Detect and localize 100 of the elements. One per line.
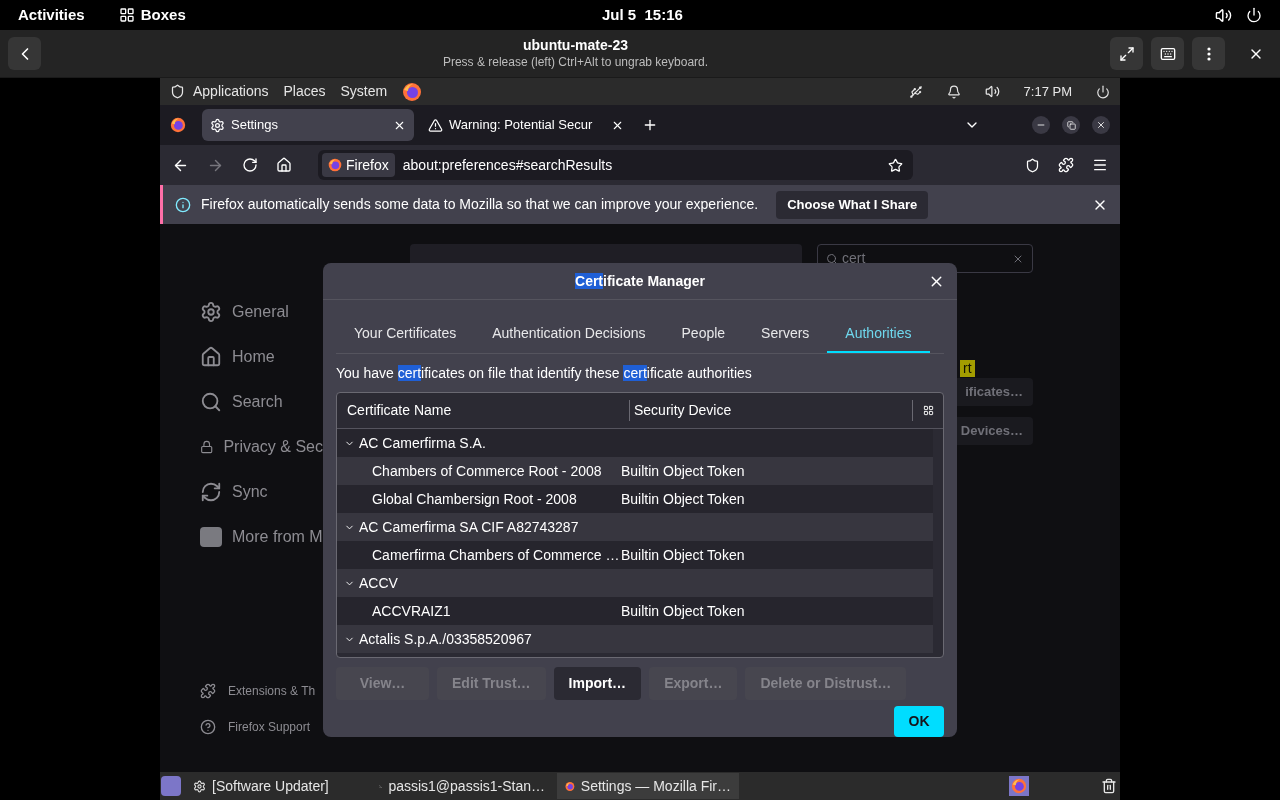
volume-icon[interactable] xyxy=(984,84,1000,99)
sidebar-link[interactable]: Firefox Support xyxy=(200,718,323,736)
sidebar-item[interactable]: Sync xyxy=(200,480,323,503)
panel-clock[interactable]: 7:17 PM xyxy=(1023,81,1072,102)
sidebar-item[interactable]: Search xyxy=(200,390,323,413)
activities-button[interactable]: Activities xyxy=(18,3,85,27)
app-menu-label[interactable]: Boxes xyxy=(140,3,186,27)
expand-icon xyxy=(1118,45,1135,62)
panel-menu[interactable]: Applications xyxy=(193,81,269,102)
close-icon xyxy=(1096,120,1106,130)
group-name: AC Camerfirma SA CIF A82743287 xyxy=(359,517,579,537)
home-icon[interactable] xyxy=(276,157,292,173)
sidebar-link[interactable]: Extensions & Th xyxy=(200,682,323,700)
sidebar-item[interactable]: Home xyxy=(200,345,323,368)
menu-icon[interactable] xyxy=(1092,157,1108,173)
search-icon xyxy=(826,252,838,265)
certificate-name: ACCVRAIZ1 xyxy=(371,601,452,621)
tree-row[interactable]: Chambers of Commerce Root - 2008 Builtin Object Token xyxy=(337,457,933,485)
power-icon[interactable] xyxy=(1096,84,1110,99)
window-subtitle: Press & release (left) Ctrl+Alt to ungrab keyboard. xyxy=(442,54,709,70)
security-device: Builtin Object Token xyxy=(621,461,745,481)
dialog-tab[interactable]: Authentication Decisions xyxy=(474,316,664,353)
dialog-tab[interactable]: Servers xyxy=(743,316,828,353)
power-icon[interactable] xyxy=(1246,7,1262,23)
gear-icon xyxy=(210,117,225,133)
firefox-menu-icon xyxy=(170,117,186,133)
browser-tab[interactable]: Warning: Potential Secur xyxy=(420,109,632,141)
tree-row[interactable]: ACCVRAIZ1 Builtin Object Token xyxy=(337,597,933,625)
show-desktop-icon[interactable] xyxy=(161,776,181,796)
tab-label: Settings xyxy=(231,116,279,135)
clock[interactable]: Jul 5 15:16 xyxy=(602,3,683,27)
address-bar[interactable]: Firefox about:preferences#searchResults xyxy=(318,150,913,180)
dialog-tab[interactable]: Your Certificates xyxy=(336,316,475,353)
group-name: AC Camerfirma S.A. xyxy=(359,433,486,453)
tree-row[interactable]: Camerfirma Chambers of Commerce …Builtin Object Token xyxy=(337,541,933,569)
security-device: Builtin Object Token xyxy=(621,601,745,621)
tree-row[interactable]: AC Camerfirma S.A. xyxy=(337,429,933,457)
keyboard-button[interactable] xyxy=(1151,37,1184,70)
dialog-tab[interactable]: People xyxy=(663,316,744,353)
choose-share-button[interactable]: Choose What I Share xyxy=(776,190,929,219)
firefox-launcher-icon xyxy=(402,81,423,102)
certificate-name: Global Chambersign Root - 2008 xyxy=(371,489,578,509)
security-device: Builtin Object Token xyxy=(621,545,745,565)
taskbar-label: passis1@passis1-Stan… xyxy=(388,776,545,796)
ok-button[interactable]: OK xyxy=(894,706,944,737)
search-highlight: rt xyxy=(960,360,975,377)
identity-label: Firefox xyxy=(346,155,389,175)
tree-row[interactable]: AC Camerfirma SA CIF A82743287 xyxy=(337,513,933,541)
browser-tab[interactable]: Settings xyxy=(202,109,414,141)
minimize-button[interactable] xyxy=(1032,116,1050,134)
dialog-tab[interactable]: Authorities xyxy=(827,316,930,353)
taskbar-item[interactable]: passis1@passis1-Stan… xyxy=(371,773,553,799)
back-button[interactable] xyxy=(8,37,41,70)
column-header[interactable]: Certificate Name xyxy=(337,400,630,421)
menu-button[interactable] xyxy=(1192,37,1225,70)
sidebar-item[interactable]: Privacy & Sec xyxy=(200,435,323,458)
taskbar-label: [Software Updater] xyxy=(212,776,329,796)
close-window-button[interactable] xyxy=(1092,116,1110,134)
url-text: about:preferences#searchResults xyxy=(402,155,614,175)
column-header[interactable]: Security Device xyxy=(630,400,913,421)
home-icon xyxy=(200,345,222,368)
trash-icon[interactable] xyxy=(1101,778,1117,794)
group-name: Actalis S.p.A./03358520967 xyxy=(359,629,532,649)
boxes-app-icon xyxy=(118,7,135,23)
distro-logo-icon[interactable] xyxy=(170,84,185,99)
tree-row[interactable]: Global Chambersign Root - 2008 Builtin Object Token xyxy=(337,485,933,513)
dialog-button[interactable]: Import… xyxy=(553,666,642,700)
taskbar-item[interactable]: [Software Updater] xyxy=(185,773,367,799)
certificate-name: Chambers of Commerce Root - 2008 xyxy=(371,461,603,481)
certificate-name: Camerfirma Chambers of Commerce … xyxy=(371,545,621,565)
bookmark-star-icon[interactable] xyxy=(888,157,903,173)
sidebar-item[interactable]: General xyxy=(200,300,323,323)
volume-icon[interactable] xyxy=(1215,6,1232,24)
workspace-firefox-icon xyxy=(1011,778,1027,794)
tree-row[interactable]: ACCV xyxy=(337,569,933,597)
extensions-icon[interactable] xyxy=(1058,157,1074,173)
new-tab-icon[interactable] xyxy=(642,117,658,133)
gear-icon xyxy=(200,300,222,323)
tab-label: Warning: Potential Secur xyxy=(449,116,594,135)
sync-icon xyxy=(200,480,222,503)
updater-icon xyxy=(193,779,206,793)
info-icon xyxy=(175,196,191,213)
search-icon xyxy=(200,390,222,413)
notification-text: Firefox automatically sends some data to Mozilla so that we can improve your experience. xyxy=(201,195,759,214)
panel-menu[interactable]: Places xyxy=(283,81,326,102)
panel-menu[interactable]: System xyxy=(340,81,388,102)
fullscreen-button[interactable] xyxy=(1110,37,1143,70)
kebab-icon xyxy=(1206,46,1211,61)
restore-icon xyxy=(1066,120,1076,130)
bell-icon[interactable] xyxy=(946,84,961,99)
sidebar-item[interactable]: More from M xyxy=(200,525,323,548)
group-name: ACCV xyxy=(359,573,398,593)
tree-row[interactable]: Actalis S.p.A./03358520967 xyxy=(337,625,933,653)
restore-button[interactable] xyxy=(1062,116,1080,134)
reload-icon[interactable] xyxy=(242,157,258,173)
firefox-logo-icon xyxy=(328,158,342,172)
window-title: ubuntu-mate-23 xyxy=(523,37,628,55)
taskbar-item[interactable]: Settings — Mozilla Fir… xyxy=(557,773,739,799)
warning-icon xyxy=(428,117,443,133)
puzzle-icon xyxy=(200,683,216,699)
